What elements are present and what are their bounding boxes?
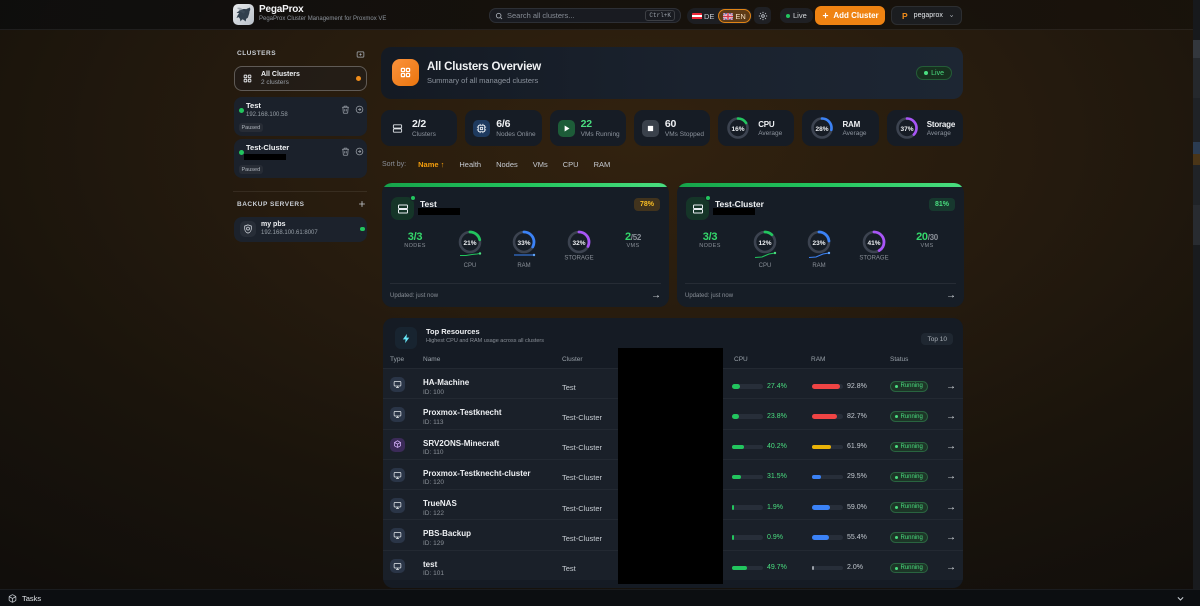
svg-text:28%: 28% — [816, 126, 829, 133]
svg-text:12%: 12% — [758, 240, 771, 247]
svg-text:STORAGE: STORAGE — [564, 256, 593, 262]
svg-text:21%: 21% — [463, 240, 476, 247]
svg-text:STORAGE: STORAGE — [859, 256, 888, 262]
svg-text:CPU: CPU — [759, 263, 772, 269]
svg-text:23%: 23% — [812, 240, 825, 247]
svg-text:37%: 37% — [900, 126, 913, 133]
svg-text:41%: 41% — [867, 240, 880, 247]
svg-text:CPU: CPU — [464, 263, 477, 269]
svg-text:16%: 16% — [732, 126, 745, 133]
svg-text:32%: 32% — [572, 240, 585, 247]
svg-text:33%: 33% — [517, 240, 530, 247]
svg-text:RAM: RAM — [517, 263, 530, 269]
svg-text:RAM: RAM — [812, 263, 825, 269]
